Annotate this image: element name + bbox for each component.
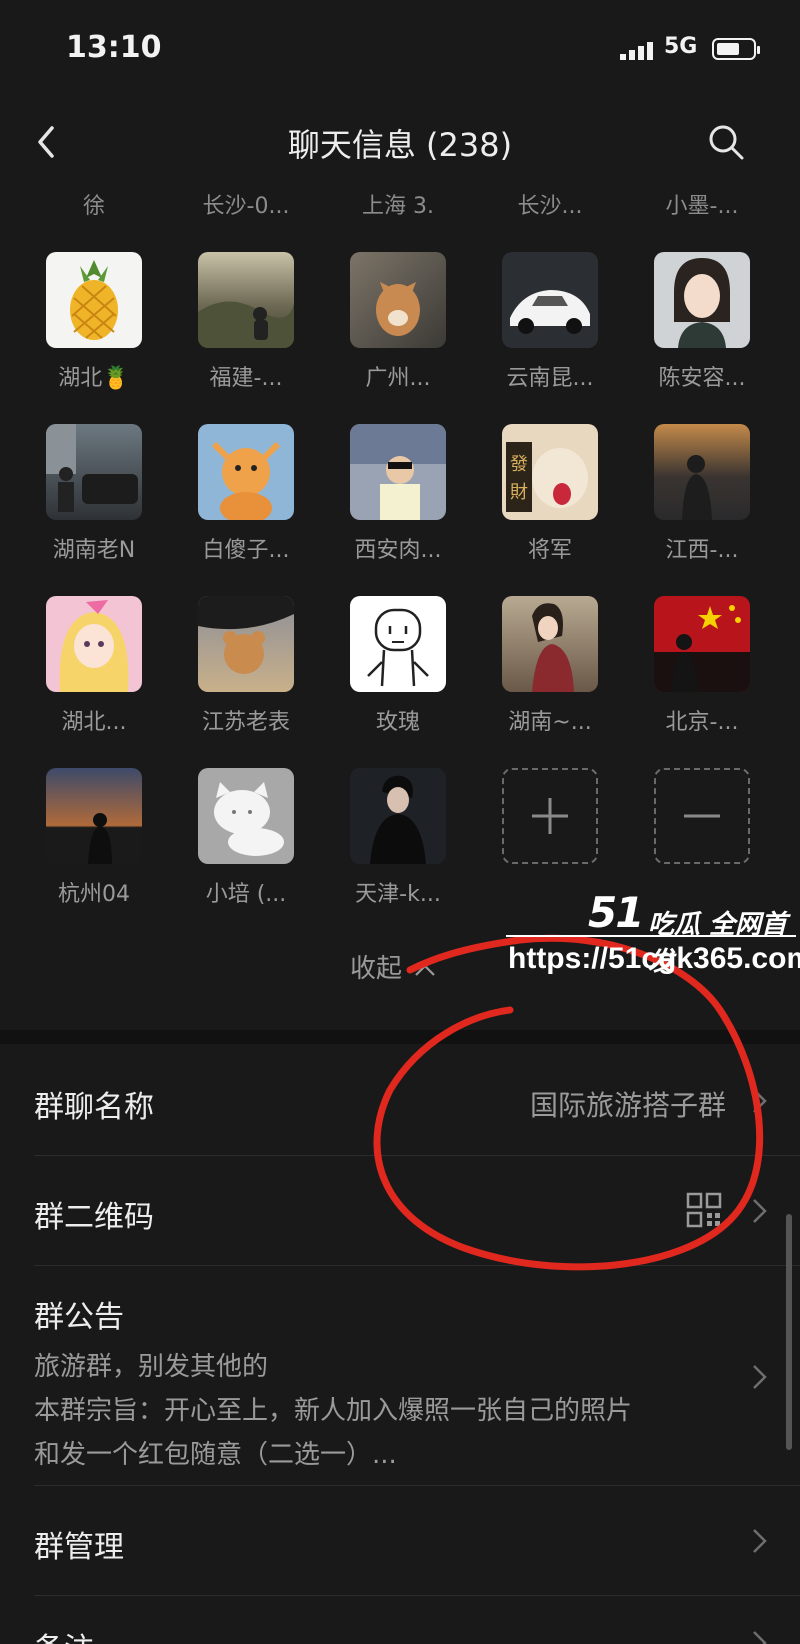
member-name: 上海 3.	[362, 194, 434, 219]
notice-text: 旅游群，别发其他的	[34, 1352, 269, 1382]
member-name: 将军	[527, 538, 572, 563]
avatar	[198, 424, 294, 520]
member-name: 江苏老表	[201, 710, 290, 735]
avatar	[350, 768, 446, 864]
member-name: 玫瑰	[375, 710, 420, 735]
member-item[interactable]: 湖北🍍	[28, 252, 160, 412]
member-name: 福建-...	[209, 366, 283, 391]
avatar	[198, 596, 294, 692]
avatar	[502, 596, 598, 692]
member-item[interactable]: 福建-...	[180, 252, 312, 412]
avatar	[502, 252, 598, 348]
avatar	[46, 252, 142, 348]
svg-text:財: 財	[510, 482, 528, 503]
group-notice-label: 群公告	[34, 1300, 124, 1335]
network-type: 5G	[664, 34, 698, 59]
member-name: 小墨-...	[665, 194, 739, 219]
member-item[interactable]: 广州...	[332, 252, 464, 412]
member-name: 杭州04	[58, 882, 130, 907]
member-name: 云南昆...	[506, 366, 594, 391]
member-name: 徐	[82, 194, 105, 219]
member-item[interactable]: 北京-...	[636, 596, 768, 756]
avatar	[46, 596, 142, 692]
member-item[interactable]: 小培 (...	[180, 768, 312, 928]
member-name: 广州...	[365, 366, 431, 391]
svg-text:發: 發	[510, 454, 528, 475]
member-name: 湖北...	[61, 710, 127, 735]
group-qr-label: 群二维码	[34, 1200, 154, 1235]
member-item[interactable]: 云南昆...	[484, 252, 616, 412]
member-item[interactable]: 杭州04	[28, 768, 160, 928]
avatar	[654, 596, 750, 692]
search-icon[interactable]	[706, 122, 746, 162]
group-manage-label: 群管理	[34, 1530, 124, 1565]
watermark-brand: 51	[588, 888, 644, 937]
avatar	[198, 252, 294, 348]
watermark-rule	[506, 935, 796, 937]
avatar	[350, 252, 446, 348]
avatar	[350, 596, 446, 692]
page-title: 聊天信息 (238)	[287, 126, 513, 164]
member-name: 陈安容...	[658, 366, 746, 391]
member-name: 江西-...	[665, 538, 739, 563]
chevron-right-icon	[753, 1365, 767, 1389]
member-item[interactable]: 江西-...	[636, 424, 768, 584]
avatar	[654, 252, 750, 348]
group-manage-row[interactable]: 群管理	[0, 1486, 800, 1596]
member-item[interactable]: 玫瑰	[332, 596, 464, 756]
remark-label: 备注	[34, 1624, 94, 1644]
notice-text: 和发一个红包随意（二选一）...	[34, 1440, 397, 1470]
avatar	[198, 768, 294, 864]
group-name-label: 群聊名称	[34, 1090, 154, 1125]
battery-icon	[712, 38, 760, 60]
avatar	[654, 424, 750, 520]
chevron-right-icon	[753, 1631, 767, 1644]
avatar	[46, 424, 142, 520]
pineapple-icon	[70, 260, 118, 340]
signal-icon	[620, 42, 653, 60]
minus-icon	[684, 814, 720, 818]
member-name: 长沙...	[517, 194, 583, 219]
member-name: 湖北🍍	[58, 366, 130, 391]
chevron-right-icon	[753, 1529, 767, 1553]
member-item[interactable]: 白傻子...	[180, 424, 312, 584]
status-time: 13:10	[66, 30, 162, 65]
member-name: 北京-...	[665, 710, 739, 735]
member-item[interactable]: 天津-k...	[332, 768, 464, 928]
member-item[interactable]: 西安肉...	[332, 424, 464, 584]
member-item[interactable]: 陈安容...	[636, 252, 768, 412]
member-name: 长沙-0...	[202, 194, 290, 219]
member-item[interactable]: 湖南老N	[28, 424, 160, 584]
member-name: 白傻子...	[202, 538, 290, 563]
watermark-url: https://51cgk365.com	[508, 942, 800, 975]
member-item[interactable]: 發財 将军	[484, 424, 616, 584]
remark-row[interactable]: 备注	[0, 1596, 800, 1644]
member-item[interactable]: 湖北...	[28, 596, 160, 756]
member-name: 小培 (...	[205, 882, 287, 907]
avatar: 發財	[502, 424, 598, 520]
member-name: 西安肉...	[354, 538, 442, 563]
member-item[interactable]: 江苏老表	[180, 596, 312, 756]
avatar	[350, 424, 446, 520]
avatar	[46, 768, 142, 864]
member-name: 湖南~...	[508, 710, 592, 735]
member-name: 湖南老N	[52, 538, 136, 563]
notice-text: 本群宗旨：开心至上，新人加入爆照一张自己的照片	[34, 1396, 633, 1426]
member-name: 天津-k...	[355, 882, 441, 907]
plus-icon	[532, 798, 568, 834]
member-item[interactable]: 湖南~...	[484, 596, 616, 756]
